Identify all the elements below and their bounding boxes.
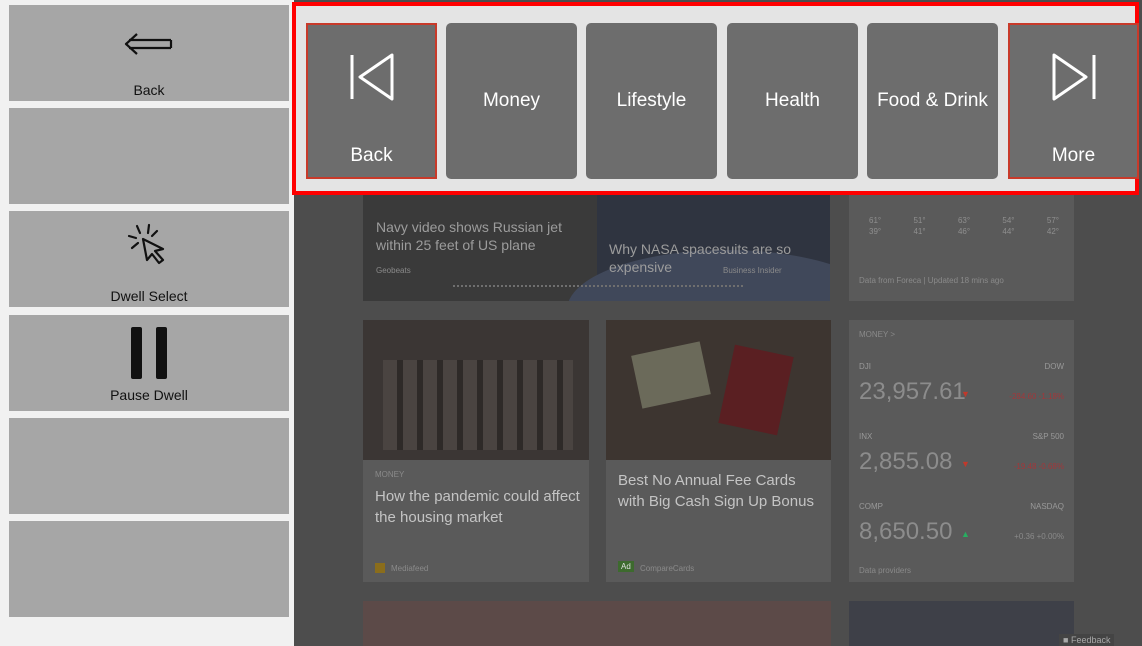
category-label: Lifestyle	[616, 90, 687, 111]
stock-change: -19.48 -0.68%	[1013, 462, 1064, 471]
weather-credit: Data from Foreca | Updated 18 mins ago	[859, 276, 1004, 285]
down-arrow-icon: ▼	[961, 459, 970, 469]
category-back-button[interactable]: Back	[306, 23, 437, 179]
stock-symbol: COMP	[859, 502, 883, 511]
hero-carousel[interactable]: Navy video shows Russian jet within 25 f…	[363, 190, 830, 301]
high-temp: 54°	[1002, 216, 1015, 225]
sidebar-empty-button-2[interactable]	[9, 418, 289, 514]
card1-category: MONEY	[375, 470, 405, 479]
high-temp: 51°	[913, 216, 926, 225]
hero1-source: Geobeats	[376, 266, 411, 275]
weather-forecast: 61° 51° 63° 54° 57° 39° 41° 46° 44° 42°	[869, 216, 1069, 236]
carousel-dots[interactable]	[453, 285, 743, 289]
category-food-drink[interactable]: Food & Drink	[867, 23, 998, 179]
category-more-label: More	[1051, 145, 1096, 166]
category-more-button[interactable]: More	[1008, 23, 1139, 179]
mediafeed-logo	[375, 563, 385, 573]
weather-card[interactable]: 61° 51° 63° 54° 57° 39° 41° 46° 44° 42° …	[849, 190, 1074, 301]
skip-back-icon	[350, 53, 393, 101]
low-temp: 41°	[913, 227, 926, 236]
category-back-label: Back	[350, 145, 393, 166]
money-header[interactable]: MONEY >	[859, 330, 895, 339]
up-arrow-icon: ▲	[961, 529, 970, 539]
category-label: Food & Drink	[877, 90, 988, 111]
category-lifestyle[interactable]: Lifestyle	[586, 23, 717, 179]
weather-highs: 61° 51° 63° 54° 57°	[869, 216, 1059, 225]
feedback-label: Feedback	[1070, 635, 1111, 645]
back-arrow-icon	[124, 33, 173, 55]
low-temp: 39°	[869, 227, 882, 236]
high-temp: 57°	[1046, 216, 1059, 225]
stock-value: 23,957.61	[859, 378, 966, 405]
hero1-title[interactable]: Navy video shows Russian jet within 25 f…	[376, 218, 586, 254]
cursor-click-icon	[127, 223, 165, 265]
sidebar-dwell-select-button[interactable]: Dwell Select	[9, 211, 289, 307]
weather-lows: 39° 41° 46° 44° 42°	[869, 227, 1059, 236]
dwell-sidebar: Back Dwell Select Pause Dwell	[0, 0, 294, 646]
card2-title[interactable]: Best No Annual Fee Cards with Big Cash S…	[618, 470, 823, 512]
stock-index: S&P 500	[1032, 432, 1064, 441]
sidebar-empty-button-3[interactable]	[9, 521, 289, 617]
stock-change: +0.36 +0.00%	[1014, 532, 1064, 541]
stock-symbol: DJI	[859, 362, 871, 371]
skip-forward-icon	[1052, 53, 1095, 101]
sidebar-dwell-select-label: Dwell Select	[110, 288, 188, 304]
low-temp: 42°	[1046, 227, 1059, 236]
sidebar-pause-dwell-button[interactable]: Pause Dwell	[9, 315, 289, 411]
hero2-title[interactable]: Why NASA spacesuits are so expensive	[609, 240, 819, 276]
category-money[interactable]: Money	[446, 23, 577, 179]
category-label: Health	[765, 90, 820, 111]
sidebar-back-button[interactable]: Back	[9, 5, 289, 101]
cards-image	[606, 320, 831, 460]
bottom-news-card[interactable]	[363, 601, 831, 646]
stock-change: -284.60 -1.18%	[1009, 392, 1064, 401]
high-temp: 63°	[957, 216, 971, 225]
news-card-ad[interactable]: Best No Annual Fee Cards with Big Cash S…	[606, 320, 831, 582]
sidebar-empty-button-1[interactable]	[9, 108, 289, 204]
pause-icon	[131, 327, 167, 379]
bottom-right-card[interactable]	[849, 601, 1074, 646]
card1-source: Mediafeed	[391, 564, 429, 573]
feedback-link[interactable]: ■ Feedback	[1059, 634, 1115, 646]
hero2-source: Business Insider	[723, 266, 782, 275]
money-card[interactable]: MONEY > DJI DOW 23,957.61 ▼ -284.60 -1.1…	[849, 320, 1074, 582]
stock-index: NASDAQ	[1030, 502, 1064, 511]
low-temp: 44°	[1002, 227, 1015, 236]
stock-index: DOW	[1044, 362, 1064, 371]
ad-badge: Ad	[618, 561, 634, 572]
housing-image	[363, 320, 589, 460]
low-temp: 46°	[957, 227, 971, 236]
category-bar: Back Money Lifestyle Health Food & Drink…	[292, 2, 1139, 195]
down-arrow-icon: ▼	[961, 389, 970, 399]
stock-symbol: INX	[859, 432, 873, 441]
stock-value: 2,855.08	[859, 448, 953, 475]
sidebar-pause-dwell-label: Pause Dwell	[110, 387, 188, 403]
card1-title[interactable]: How the pandemic could affect the housin…	[375, 486, 580, 528]
card2-source: CompareCards	[640, 564, 695, 573]
stock-value: 8,650.50	[859, 518, 953, 545]
news-card-housing[interactable]: MONEY How the pandemic could affect the …	[363, 320, 589, 582]
category-label: Money	[482, 90, 541, 111]
category-health[interactable]: Health	[727, 23, 858, 179]
high-temp: 61°	[869, 216, 882, 225]
sidebar-back-label: Back	[133, 82, 165, 98]
money-providers: Data providers	[859, 566, 912, 575]
feedback-icon: ■	[1063, 635, 1069, 645]
